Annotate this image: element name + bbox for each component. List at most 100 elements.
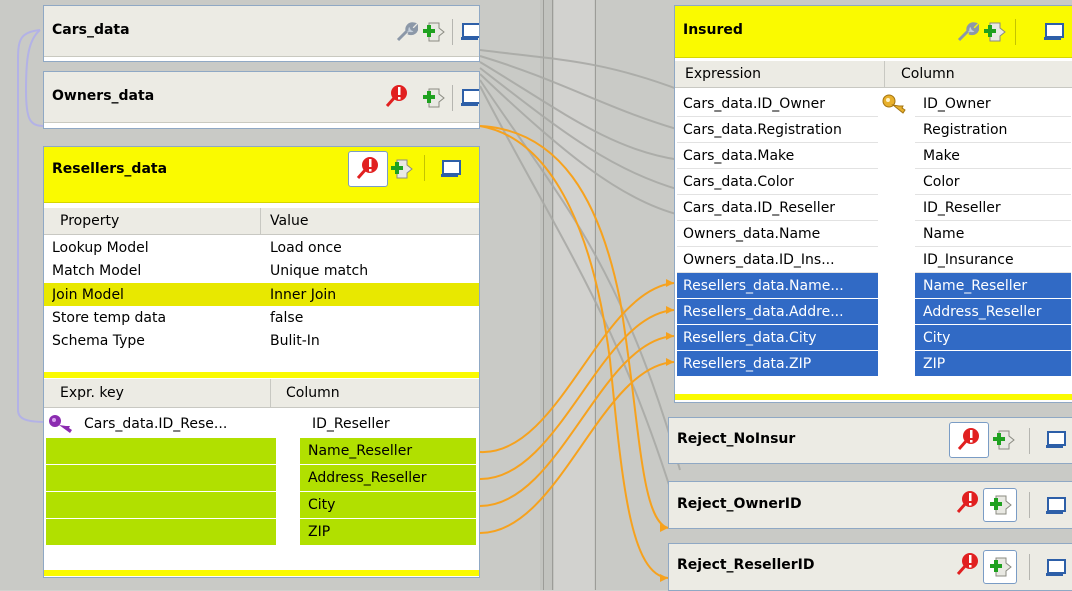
add-filter-icon[interactable] xyxy=(421,86,445,110)
key-icon[interactable] xyxy=(881,93,907,115)
wrench-icon[interactable] xyxy=(955,20,979,44)
output-expression[interactable]: Owners_data.ID_Ins... xyxy=(677,247,878,273)
output-column[interactable]: City xyxy=(915,325,1071,351)
minimize-window-icon[interactable] xyxy=(1045,556,1069,580)
property-value[interactable]: Load once xyxy=(270,236,342,259)
value-column-header[interactable]: Value xyxy=(270,208,308,234)
output-column[interactable]: Name xyxy=(915,221,1071,247)
output-expression[interactable]: Resellers_data.Name... xyxy=(677,273,878,299)
lookup-column-cell[interactable]: Name_Reseller xyxy=(300,438,476,465)
output-expression[interactable]: Cars_data.Registration xyxy=(677,117,878,143)
property-value[interactable]: Bulit-In xyxy=(270,329,320,352)
output-expression[interactable]: Owners_data.Name xyxy=(677,221,878,247)
minimize-window-icon[interactable] xyxy=(440,157,464,181)
lookup-column-cell[interactable]: City xyxy=(300,492,476,519)
add-filter-icon[interactable] xyxy=(389,157,413,181)
output-expression[interactable]: Cars_data.Color xyxy=(677,169,878,195)
cars-data-header: Cars_data xyxy=(44,6,479,57)
output-column[interactable]: Registration xyxy=(915,117,1071,143)
insured-row[interactable]: Cars_data.Registration Registration xyxy=(675,117,1072,143)
insured-row[interactable]: Cars_data.Color Color xyxy=(675,169,1072,195)
minimize-window-icon[interactable] xyxy=(1045,428,1069,452)
insured-row[interactable]: Cars_data.ID_Reseller ID_Reseller xyxy=(675,195,1072,221)
property-row[interactable]: Schema Type Bulit-In xyxy=(44,329,479,352)
header-separator xyxy=(1029,554,1030,580)
filter-toggle-button[interactable] xyxy=(949,422,989,458)
insured-row-selected[interactable]: Resellers_data.ZIP ZIP xyxy=(675,351,1072,377)
output-column[interactable]: ZIP xyxy=(915,351,1071,377)
output-column[interactable]: Color xyxy=(915,169,1071,195)
property-row[interactable]: Lookup Model Load once xyxy=(44,236,479,259)
join-key-expression[interactable]: Cars_data.ID_Rese... xyxy=(84,411,227,437)
output-expression[interactable]: Cars_data.ID_Owner xyxy=(677,91,878,117)
join-key-column[interactable]: ID_Reseller xyxy=(312,411,390,437)
insured-row-selected[interactable]: Resellers_data.City City xyxy=(675,325,1072,351)
insured-row-selected[interactable]: Resellers_data.Addre... Address_Reseller xyxy=(675,299,1072,325)
table-title: Insured xyxy=(683,22,743,38)
wrench-icon[interactable] xyxy=(394,20,418,44)
minimize-window-icon[interactable] xyxy=(460,20,480,44)
property-value[interactable]: Inner Join xyxy=(270,283,336,306)
output-expression[interactable]: Resellers_data.Addre... xyxy=(677,299,878,325)
filter-expression-icon[interactable] xyxy=(384,84,408,108)
filter-expression-icon[interactable] xyxy=(955,490,979,514)
minimize-window-icon[interactable] xyxy=(1045,494,1069,518)
reject-noinsur-table: Reject_NoInsur xyxy=(668,417,1072,464)
minimize-window-icon[interactable] xyxy=(1043,20,1067,44)
expression-cell-empty[interactable] xyxy=(46,519,276,546)
expression-table-header: Expr. key Column xyxy=(44,379,479,408)
expression-cell-empty[interactable] xyxy=(46,465,276,492)
filter-expression-icon[interactable] xyxy=(955,552,979,576)
column-column-header[interactable]: Column xyxy=(901,61,955,87)
property-row-selected[interactable]: Join Model Inner Join xyxy=(44,283,479,306)
minimize-window-icon[interactable] xyxy=(460,86,480,110)
section-divider xyxy=(44,372,479,378)
property-column-header[interactable]: Property xyxy=(60,208,119,234)
expression-cell-empty[interactable] xyxy=(46,492,276,519)
output-column[interactable]: ID_Owner xyxy=(915,91,1071,117)
property-row[interactable]: Match Model Unique match xyxy=(44,259,479,282)
header-separator xyxy=(452,85,453,111)
output-column[interactable]: Address_Reseller xyxy=(915,299,1071,325)
output-column[interactable]: ID_Reseller xyxy=(915,195,1071,221)
add-filter-toggle-button[interactable] xyxy=(983,488,1017,522)
property-name: Store temp data xyxy=(52,309,167,326)
output-expression[interactable]: Resellers_data.ZIP xyxy=(677,351,878,377)
table-title: Owners_data xyxy=(52,88,155,104)
column-column-header[interactable]: Column xyxy=(286,379,340,407)
insured-row[interactable]: Cars_data.ID_Owner ID_Owner xyxy=(675,91,1072,117)
output-column[interactable]: Name_Reseller xyxy=(915,273,1071,299)
add-filter-icon[interactable] xyxy=(991,428,1015,452)
filter-toggle-button[interactable] xyxy=(348,151,388,187)
table-title: Cars_data xyxy=(52,22,130,38)
property-row[interactable]: Store temp data false xyxy=(44,306,479,329)
expression-column-header[interactable]: Expression xyxy=(685,61,761,87)
resellers-data-table: Resellers_data Property Value Lookup Mod… xyxy=(43,146,480,578)
add-filter-icon[interactable] xyxy=(421,20,445,44)
column-name: City xyxy=(308,497,336,513)
property-value[interactable]: Unique match xyxy=(270,259,368,282)
insured-row[interactable]: Owners_data.Name Name xyxy=(675,221,1072,247)
insured-table-header: Expression Column xyxy=(675,61,1072,88)
reject-ownerid-table: Reject_OwnerID xyxy=(668,481,1072,529)
insured-row[interactable]: Owners_data.ID_Ins... ID_Insurance xyxy=(675,247,1072,273)
table-title: Resellers_data xyxy=(52,161,168,177)
property-value[interactable]: false xyxy=(270,306,303,329)
output-column[interactable]: Make xyxy=(915,143,1071,169)
lookup-column-cell[interactable]: Address_Reseller xyxy=(300,465,476,492)
insured-row[interactable]: Cars_data.Make Make xyxy=(675,143,1072,169)
join-key-row[interactable]: Cars_data.ID_Rese... ID_Reseller xyxy=(44,411,479,437)
expr-key-column-header[interactable]: Expr. key xyxy=(60,379,124,407)
lookup-column-cell[interactable]: ZIP xyxy=(300,519,476,546)
add-filter-icon[interactable] xyxy=(982,20,1006,44)
output-expression[interactable]: Cars_data.Make xyxy=(677,143,878,169)
header-separator xyxy=(1029,492,1030,518)
output-expression[interactable]: Resellers_data.City xyxy=(677,325,878,351)
expression-cell-empty[interactable] xyxy=(46,438,276,465)
output-column[interactable]: ID_Insurance xyxy=(915,247,1071,273)
output-expression[interactable]: Cars_data.ID_Reseller xyxy=(677,195,878,221)
reject-resellerid-table: Reject_ResellerID xyxy=(668,543,1072,591)
column-name: Address_Reseller xyxy=(308,470,427,486)
add-filter-toggle-button[interactable] xyxy=(983,550,1017,584)
insured-row-selected[interactable]: Resellers_data.Name... Name_Reseller xyxy=(675,273,1072,299)
